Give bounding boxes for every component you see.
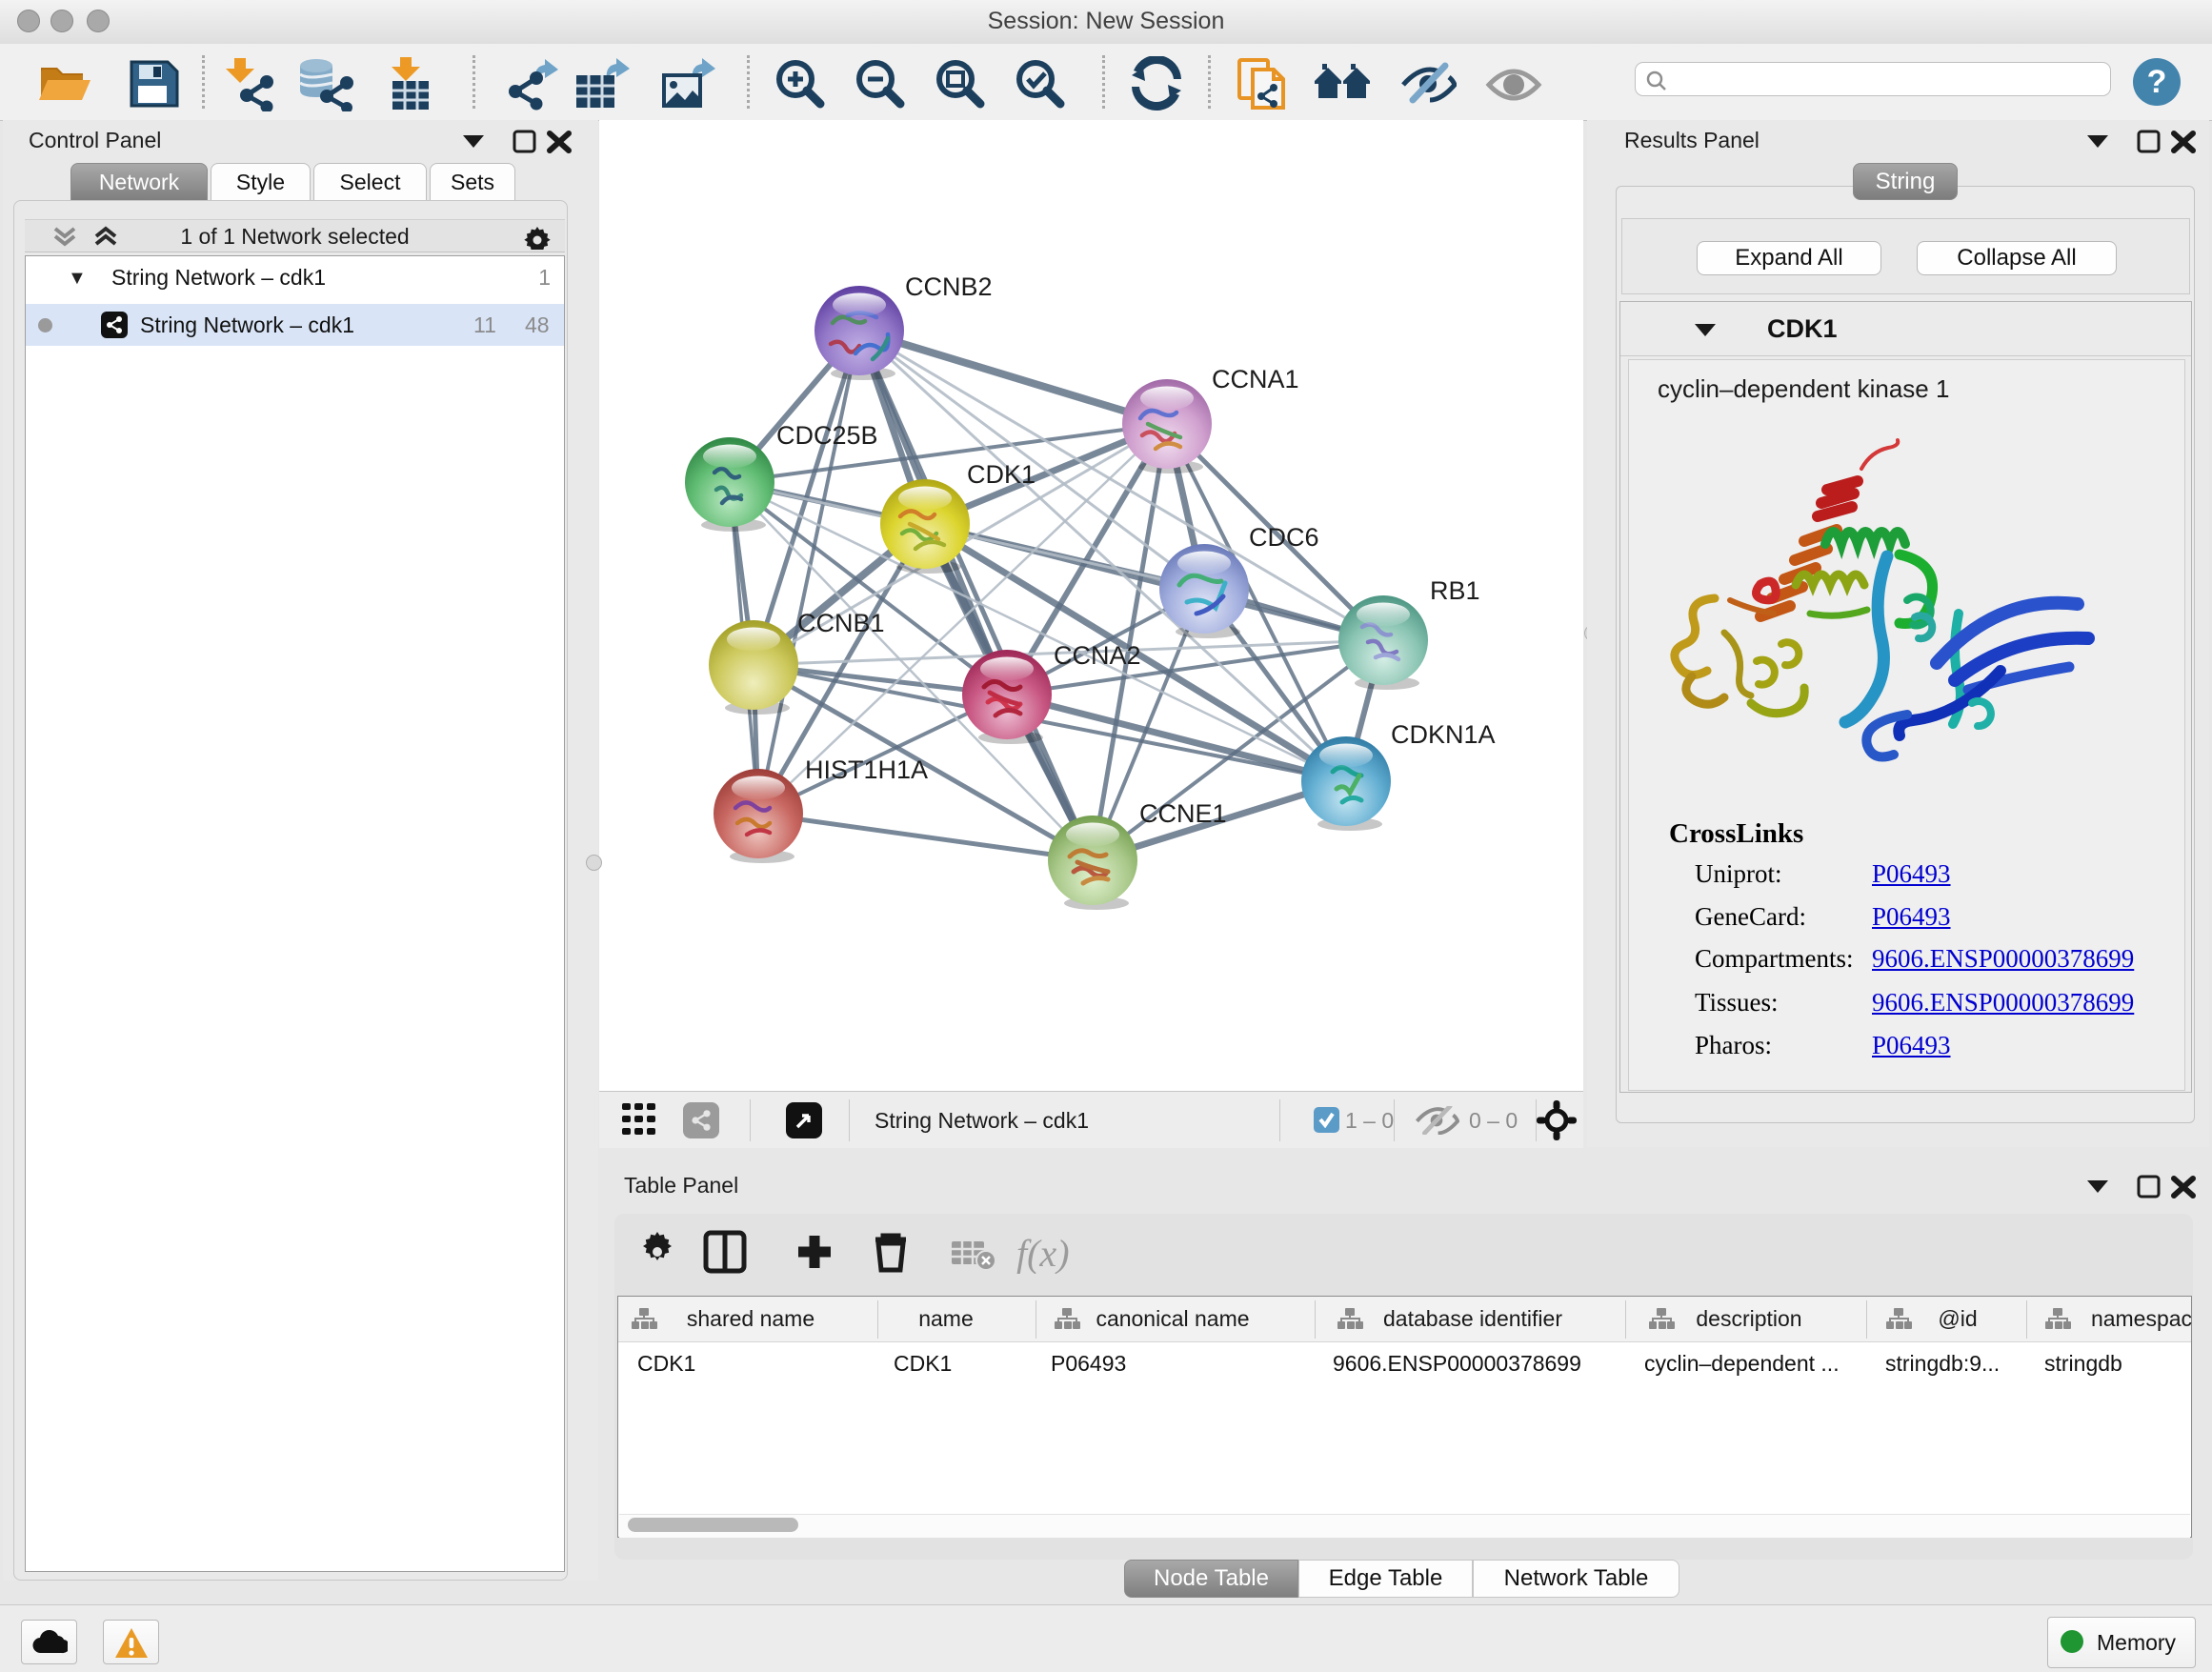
svg-text:f(x): f(x)	[1016, 1232, 1070, 1274]
svg-text:CCNA1: CCNA1	[1212, 365, 1299, 393]
svg-text:CCNB1: CCNB1	[797, 609, 885, 637]
svg-text:RB1: RB1	[1430, 576, 1480, 605]
svg-text:description: description	[1696, 1308, 1801, 1331]
svg-text:namespac: namespac	[2091, 1308, 2192, 1331]
svg-text:canonical name: canonical name	[1096, 1308, 1249, 1331]
svg-text:?: ?	[2147, 64, 2167, 100]
svg-text:CDK1: CDK1	[967, 460, 1036, 489]
svg-text:name: name	[918, 1308, 974, 1331]
svg-text:CCNA2: CCNA2	[1054, 641, 1141, 670]
svg-text:CDKN1A: CDKN1A	[1391, 720, 1496, 749]
svg-text:CCNE1: CCNE1	[1139, 799, 1227, 828]
svg-text:CDC25B: CDC25B	[776, 421, 878, 450]
svg-text:shared name: shared name	[687, 1308, 814, 1331]
svg-text:CDC6: CDC6	[1249, 523, 1319, 552]
svg-text:CCNB2: CCNB2	[905, 272, 993, 301]
svg-text:@id: @id	[1938, 1308, 1977, 1331]
svg-text:database identifier: database identifier	[1383, 1308, 1562, 1331]
svg-text:HIST1H1A: HIST1H1A	[805, 755, 928, 784]
